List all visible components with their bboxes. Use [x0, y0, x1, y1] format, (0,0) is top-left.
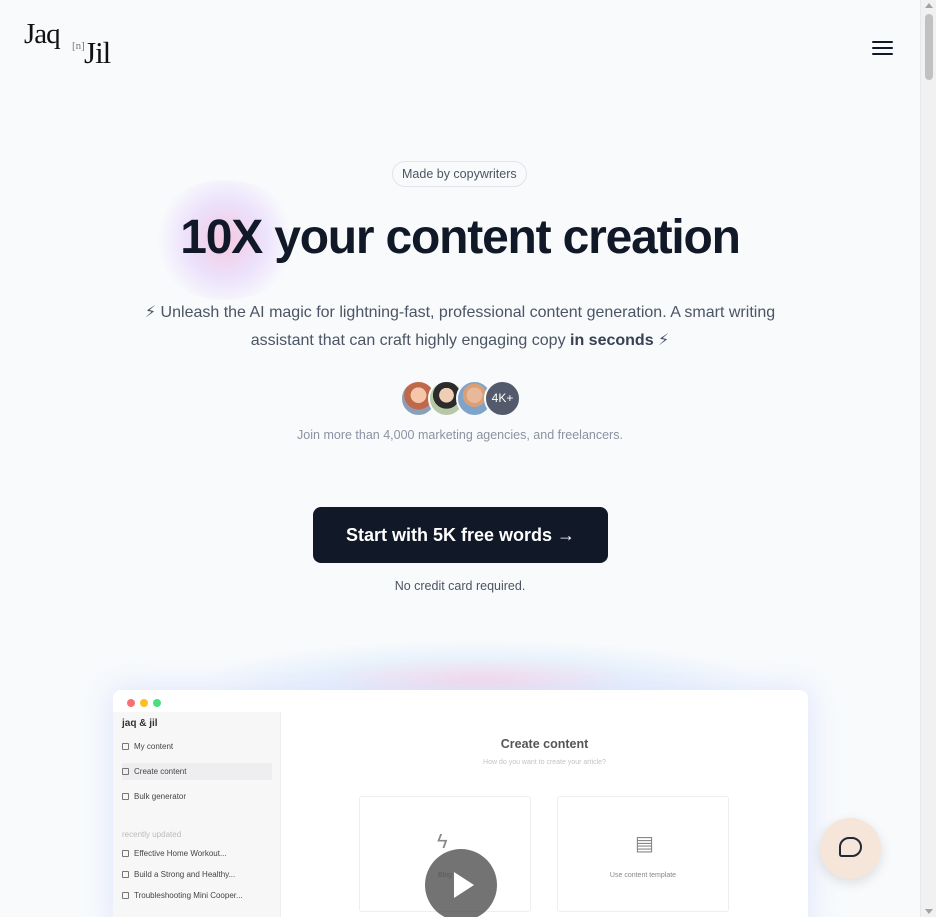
scroll-up-arrow-icon[interactable]	[925, 3, 933, 8]
window-maximize-dot	[153, 699, 161, 707]
lightning-icon: ϟ	[437, 831, 448, 853]
no-credit-card-note: No credit card required.	[394, 579, 526, 593]
preview-main-title: Create content	[500, 737, 589, 751]
avatar-count-badge: 4K+	[484, 380, 521, 417]
file-icon	[122, 850, 129, 857]
hero-subtitle-end: ⚡	[653, 332, 670, 349]
start-free-button[interactable]: Start with 5K free words →	[313, 507, 608, 563]
scroll-down-arrow-icon[interactable]	[925, 909, 933, 914]
preview-nav-bulk-generator: Bulk generator	[122, 792, 272, 801]
preview-section-label: recently updated	[122, 830, 182, 839]
scroll-thumb[interactable]	[925, 14, 933, 80]
preview-nav-create-content: Create content	[122, 763, 272, 780]
preview-nav-my-content: My content	[122, 742, 272, 751]
preview-brand: jaq & jil	[122, 718, 158, 729]
hero-subtitle-bold: in seconds	[570, 332, 654, 349]
logo[interactable]: Jaq [n] Jil	[24, 18, 124, 78]
hamburger-icon[interactable]	[872, 39, 894, 57]
hero-title: 10X your content creation	[180, 211, 741, 264]
chat-button[interactable]	[820, 818, 881, 879]
chat-bubble-icon	[839, 837, 862, 857]
play-video-button[interactable]	[425, 849, 497, 917]
document-icon	[122, 768, 129, 775]
scrollbar[interactable]	[920, 0, 936, 917]
preview-main-subtitle: How do you want to create your article?	[483, 759, 606, 766]
preview-recent-item: Troubleshooting Mini Cooper...	[122, 891, 272, 900]
layers-icon	[122, 793, 129, 800]
logo-word-jaq: Jaq	[24, 18, 61, 50]
hero-subtitle: ⚡ Unleash the AI magic for lightning-fas…	[130, 299, 790, 355]
logo-word-n: [n]	[72, 40, 85, 52]
window-minimize-dot	[140, 699, 148, 707]
logo-word-jil: Jil	[84, 35, 111, 70]
home-icon	[122, 743, 129, 750]
template-icon: ▤	[635, 833, 654, 855]
file-icon	[122, 892, 129, 899]
hero-badge: Made by copywriters	[392, 161, 527, 187]
window-close-dot	[127, 699, 135, 707]
preview-recent-item: Effective Home Workout...	[122, 849, 272, 858]
preview-sidebar: jaq & jil My content Create content Bulk…	[113, 712, 281, 917]
hero-subtitle-text: ⚡ Unleash the AI magic for lightning-fas…	[144, 304, 776, 349]
preview-recent-item: Build a Strong and Healthy...	[122, 870, 272, 879]
preview-card-template: ▤ Use content template	[557, 796, 729, 912]
file-icon	[122, 871, 129, 878]
social-proof-text: Join more than 4,000 marketing agencies,…	[297, 428, 623, 442]
